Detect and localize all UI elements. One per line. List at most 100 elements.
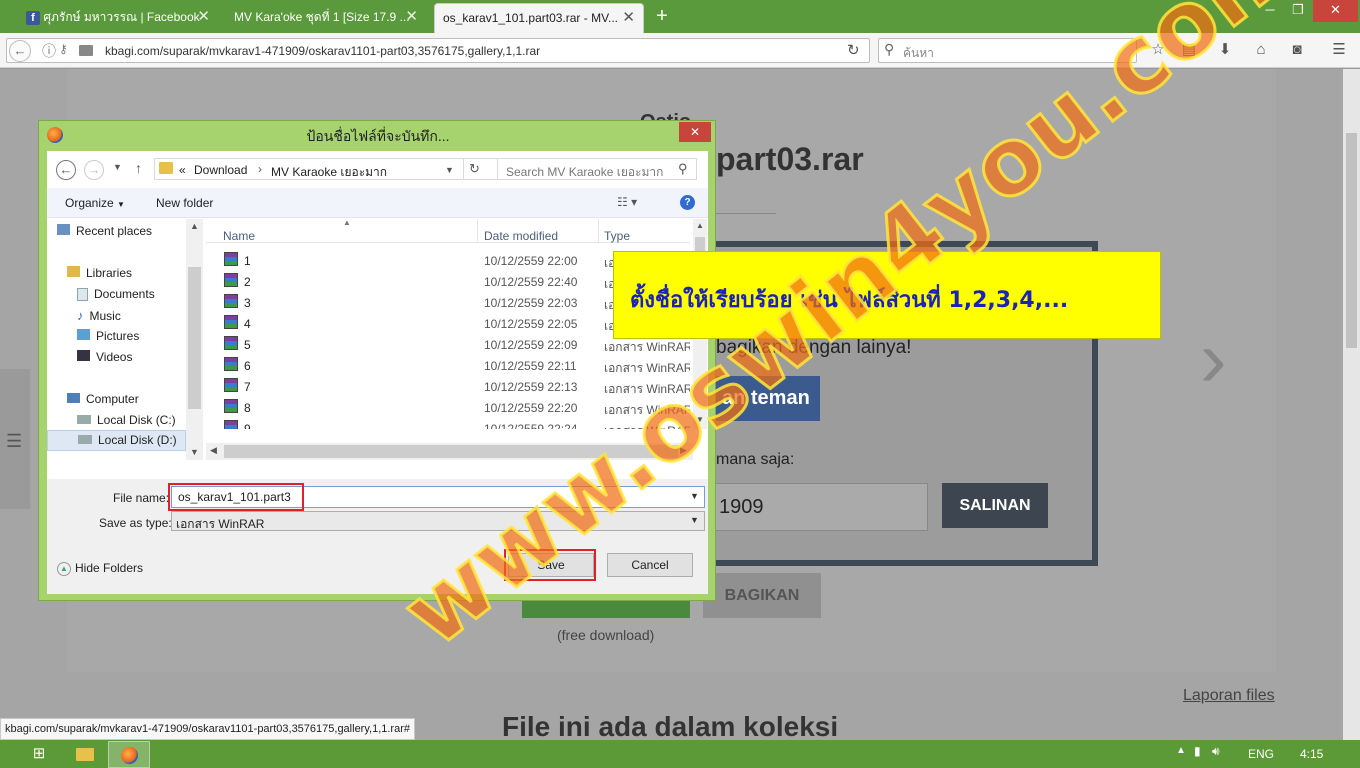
home-icon[interactable]: ⌂	[1252, 41, 1270, 59]
pocket-icon[interactable]: ◙	[1288, 41, 1306, 59]
winrar-file-icon	[224, 420, 238, 429]
save-type-value: เอกสาร WinRAR	[176, 517, 265, 531]
close-tab-icon[interactable]: ✕	[622, 4, 635, 32]
dropdown-arrow-icon[interactable]: ▼	[690, 491, 699, 501]
help-icon[interactable]: ?	[680, 195, 695, 210]
nav-libraries[interactable]: Libraries	[67, 266, 132, 280]
history-dropdown-icon[interactable]: ▼	[113, 162, 122, 172]
file-name-cell: 3	[244, 296, 251, 310]
new-folder-button[interactable]: New folder	[156, 196, 213, 210]
up-folder-icon[interactable]: ↑	[135, 160, 142, 176]
file-date-cell: 10/12/2559 22:13	[484, 380, 578, 394]
column-name[interactable]: Name	[223, 229, 255, 243]
table-row[interactable]: 7 10/12/2559 22:13 เอกสาร WinRAR	[206, 375, 690, 396]
cancel-button[interactable]: Cancel	[607, 553, 693, 577]
nav-computer[interactable]: Computer	[67, 392, 139, 406]
dropdown-arrow-icon[interactable]: ▼	[690, 515, 699, 525]
nav-scrollbar[interactable]: ▲ ▼	[186, 219, 203, 460]
sort-arrow-icon: ▲	[343, 218, 351, 227]
side-menu-icon[interactable]: ☰	[6, 431, 22, 452]
breadcrumb-download[interactable]: Download	[194, 163, 247, 177]
nav-disk-d[interactable]: Local Disk (D:)	[47, 430, 186, 451]
column-date[interactable]: Date modified	[484, 229, 558, 243]
file-name-cell: 2	[244, 275, 251, 289]
breadcrumb-separator: ›	[258, 162, 262, 176]
free-download-note: (free download)	[557, 627, 655, 643]
forward-icon[interactable]: →	[84, 160, 104, 180]
side-panel: ☰	[0, 369, 30, 509]
nav-music[interactable]: ♪ Music	[77, 308, 121, 323]
file-date-cell: 10/12/2559 22:11	[484, 359, 577, 373]
breadcrumb-folder[interactable]: MV Karaoke เยอะมาก	[271, 163, 387, 182]
file-date-cell: 10/12/2559 22:00	[484, 254, 578, 268]
page-icon	[79, 45, 93, 56]
divider	[477, 219, 478, 243]
folder-search-input[interactable]: Search MV Karaoke เยอะมาก ⚲	[497, 158, 697, 180]
url-bar[interactable]: ← ⓘ ⚷ kbagi.com/suparak/mvkarav1-471909/…	[6, 38, 870, 63]
status-url-tooltip: kbagi.com/suparak/mvkarav1-471909/oskara…	[0, 718, 415, 740]
navigation-pane: Recent places Libraries Documents ♪ Music…	[47, 219, 204, 479]
reload-icon[interactable]: ↻	[847, 41, 860, 59]
winrar-file-icon	[224, 273, 238, 287]
path-dropdown-icon[interactable]: ▼	[445, 165, 454, 175]
key-icon: ⚷	[59, 42, 68, 56]
file-explorer-icon[interactable]	[70, 742, 100, 766]
close-tab-icon[interactable]: ✕	[405, 3, 418, 31]
share-link-field[interactable]: 1909	[706, 483, 928, 531]
file-date-cell: 10/12/2559 22:03	[484, 296, 578, 310]
file-name-label: File name:	[113, 491, 170, 505]
hide-folders-toggle[interactable]: ▲ Hide Folders	[57, 561, 143, 576]
new-tab-plus-icon[interactable]: +	[652, 4, 672, 28]
nav-recent-places[interactable]: Recent places	[57, 224, 152, 238]
tab-active-file[interactable]: os_karav1_101.part03.rar - MV... ✕	[434, 3, 644, 33]
search-icon: ⚲	[884, 41, 895, 57]
scrollbar-thumb[interactable]	[1346, 133, 1357, 348]
dialog-close-icon[interactable]: ✕	[679, 122, 711, 142]
nav-videos[interactable]: Videos	[77, 350, 132, 364]
scrollbar-thumb	[188, 267, 201, 409]
folder-icon	[159, 162, 173, 174]
next-arrow-icon[interactable]: ›	[1200, 319, 1227, 399]
organize-menu[interactable]: Organize ▼	[65, 196, 125, 210]
network-icon[interactable]: ▮	[1194, 744, 1201, 758]
nav-pictures[interactable]: Pictures	[77, 329, 139, 343]
report-link[interactable]: Laporan files	[1183, 687, 1275, 705]
nav-documents[interactable]: Documents	[77, 287, 155, 302]
language-indicator[interactable]: ENG	[1248, 747, 1274, 761]
copy-button[interactable]: SALINAN	[942, 483, 1048, 528]
clock[interactable]: 4:15	[1300, 747, 1323, 761]
winrar-file-icon	[224, 315, 238, 329]
nav-disk-c[interactable]: Local Disk (C:)	[77, 413, 176, 427]
view-options-icon[interactable]: ☷ ▾	[617, 195, 637, 209]
close-window-icon[interactable]: ✕	[1313, 0, 1358, 22]
tray-arrow-icon[interactable]: ▲	[1176, 745, 1186, 756]
close-tab-icon[interactable]: ✕	[197, 3, 210, 31]
scroll-up-icon: ▲	[190, 221, 199, 231]
tab-facebook[interactable]: f ศุภรักษ์ มหาวรรณ | Facebook ✕	[18, 3, 218, 33]
back-icon[interactable]: ←	[9, 40, 31, 62]
folder-search-placeholder: Search MV Karaoke เยอะมาก	[506, 165, 664, 179]
music-icon: ♪	[77, 308, 84, 323]
menu-icon[interactable]: ☰	[1330, 41, 1348, 59]
file-name-cell: 9	[244, 422, 251, 429]
page-scrollbar[interactable]	[1343, 69, 1360, 740]
address-path[interactable]: « Download › MV Karaoke เยอะมาก ▼ ↻	[154, 158, 532, 180]
command-bar: Organize ▼ New folder ☷ ▾ ?	[47, 188, 708, 218]
file-name-cell: 6	[244, 359, 251, 373]
bagikan-button[interactable]: BAGIKAN	[703, 573, 821, 618]
column-type[interactable]: Type	[604, 229, 630, 243]
anywhere-text: mana saja:	[716, 451, 795, 468]
tab-mv-karaoke[interactable]: MV Kara'oke ชุดที่ 1 [Size 17.9 ... ✕	[226, 3, 426, 33]
firefox-taskbar-icon[interactable]	[108, 741, 150, 768]
back-icon[interactable]: ←	[56, 160, 76, 180]
file-name-cell: 8	[244, 401, 251, 415]
table-row[interactable]: 6 10/12/2559 22:11 เอกสาร WinRAR	[206, 354, 690, 375]
tab-label: os_karav1_101.part03.rar - MV...	[443, 11, 618, 25]
highlight-file-name	[168, 483, 304, 511]
volume-icon[interactable]: 🔊︎	[1212, 744, 1220, 759]
info-icon[interactable]: ⓘ	[42, 41, 56, 61]
breadcrumb-overflow[interactable]: «	[179, 163, 186, 177]
chevron-up-icon: ▲	[57, 561, 71, 576]
start-button-icon[interactable]: ⊞	[24, 742, 54, 766]
refresh-icon[interactable]: ↻	[469, 161, 480, 177]
